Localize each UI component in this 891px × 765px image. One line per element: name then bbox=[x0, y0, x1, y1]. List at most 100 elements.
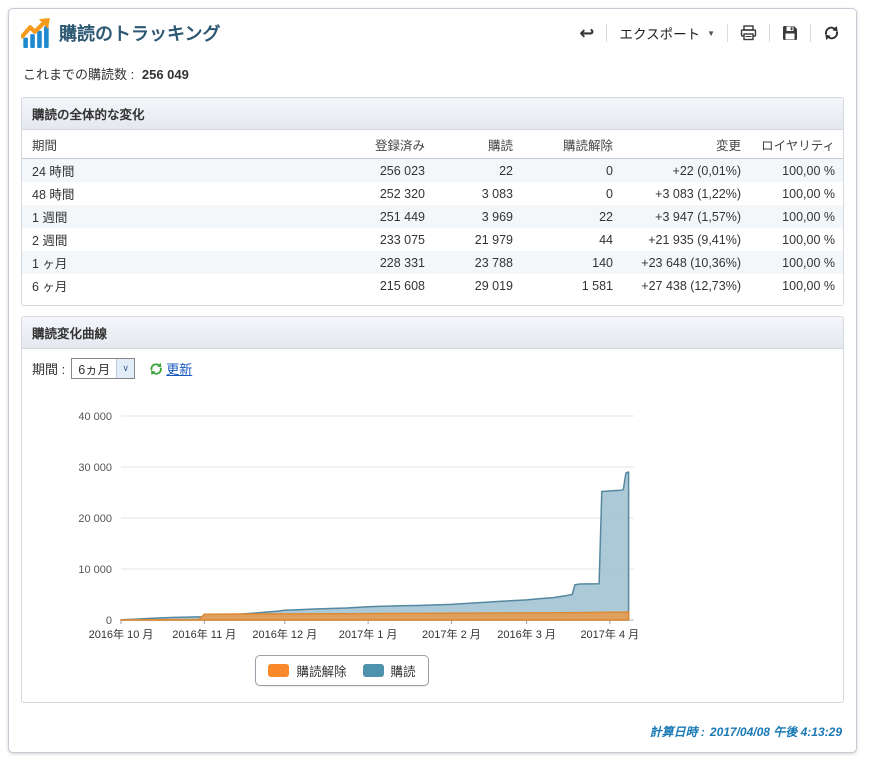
back-arrow-icon: ↩ bbox=[579, 23, 595, 43]
cell-subscribed: 29 019 bbox=[474, 278, 513, 293]
cell-unsubscribed: 140 bbox=[592, 255, 613, 270]
period-select[interactable]: 6ヵ月 ∨ bbox=[71, 358, 136, 379]
cell-subscribed: 22 bbox=[499, 163, 513, 178]
refresh-icon bbox=[824, 26, 839, 40]
cell-loyalty: 100,00 % bbox=[782, 186, 835, 201]
export-label: エクスポート bbox=[619, 27, 701, 42]
cell-period: 24 時間 bbox=[32, 165, 75, 179]
cell-unsubscribed: 0 bbox=[606, 186, 613, 201]
cell-loyalty: 100,00 % bbox=[782, 255, 835, 270]
back-button[interactable]: ↩ bbox=[575, 23, 598, 43]
cell-registered: 233 075 bbox=[379, 232, 425, 247]
cell-unsubscribed: 1 581 bbox=[581, 278, 613, 293]
table-row: 1 ヶ月 228 331 23 788 140 +23 648 (10,36%) 100,… bbox=[22, 251, 843, 274]
col-subscribed: 購読 bbox=[433, 130, 521, 159]
timestamp-label: 計算日時 : bbox=[649, 725, 705, 739]
col-unsubscribed: 購読解除 bbox=[521, 130, 621, 159]
col-period: 期間 bbox=[22, 130, 318, 159]
legend-swatch-icon bbox=[362, 664, 384, 677]
legend-label: 購読 bbox=[390, 665, 416, 679]
cell-subscribed: 21 979 bbox=[474, 232, 513, 247]
svg-text:2017年 4 月: 2017年 4 月 bbox=[580, 627, 639, 641]
cell-period: 6 ヶ月 bbox=[32, 280, 68, 294]
cell-change: +22 (0,01%) bbox=[672, 163, 741, 178]
save-button[interactable] bbox=[778, 23, 802, 43]
period-label: 期間 : bbox=[32, 362, 66, 377]
svg-text:2016年 3 月: 2016年 3 月 bbox=[497, 627, 556, 641]
subscription-tracking-card: 購読のトラッキング ↩ エクスポート ▼ これまでの購読数: 256 049 … bbox=[8, 8, 857, 753]
overview-panel-title: 購読の全体的な変化 bbox=[22, 98, 843, 130]
chart-legend-row: 購読解除 購読 bbox=[22, 655, 662, 686]
chart-legend: 購読解除 購読 bbox=[255, 655, 429, 686]
toolbar-divider bbox=[810, 24, 811, 42]
cell-period: 48 時間 bbox=[32, 188, 75, 202]
summary-label: これまでの購読数 : bbox=[23, 67, 135, 82]
timestamp-value: 2017/04/08 午後 4:13:29 bbox=[709, 725, 842, 739]
table-row: 48 時間 252 320 3 083 0 +3 083 (1,22%) 100,00 % bbox=[22, 182, 843, 205]
toolbar-divider bbox=[606, 24, 608, 42]
chart-growth-icon bbox=[21, 18, 50, 48]
legend-label: 購読解除 bbox=[296, 665, 347, 679]
floppy-disk-icon bbox=[783, 26, 797, 40]
overview-panel: 購読の全体的な変化 期間 登録済み 購読 購読解除 変更 ロイヤリティ 24 時… bbox=[21, 97, 844, 306]
chevron-down-icon: ▼ bbox=[707, 28, 715, 38]
cell-loyalty: 100,00 % bbox=[782, 278, 835, 293]
select-chevron-icon: ∨ bbox=[116, 359, 135, 378]
col-loyalty: ロイヤリティ bbox=[749, 130, 843, 159]
cell-unsubscribed: 0 bbox=[606, 163, 613, 178]
curve-panel-title: 購読変化曲線 bbox=[22, 317, 843, 349]
table-row: 6 ヶ月 215 608 29 019 1 581 +27 438 (12,73%) 10… bbox=[22, 274, 843, 297]
svg-text:2016年 10 月: 2016年 10 月 bbox=[89, 627, 154, 641]
cell-subscribed: 23 788 bbox=[474, 255, 513, 270]
period-select-value: 6ヵ月 bbox=[78, 363, 111, 377]
cell-change: +21 935 (9,41%) bbox=[648, 232, 741, 247]
cell-registered: 251 449 bbox=[379, 209, 425, 224]
table-row: 2 週間 233 075 21 979 44 +21 935 (9,41%) 100,00… bbox=[22, 228, 843, 251]
svg-text:20 000: 20 000 bbox=[78, 513, 112, 525]
toolbar-divider bbox=[727, 24, 728, 42]
update-link[interactable]: 更新 bbox=[149, 359, 192, 378]
cell-subscribed: 3 083 bbox=[481, 186, 513, 201]
total-subscriptions-summary: これまでの購読数 : 256 049 bbox=[9, 54, 856, 87]
cell-subscribed: 3 969 bbox=[481, 209, 513, 224]
legend-item: 購読解除 bbox=[268, 661, 347, 680]
col-registered: 登録済み bbox=[318, 130, 433, 159]
svg-text:2016年 11 月: 2016年 11 月 bbox=[172, 627, 236, 641]
cell-period: 1 週間 bbox=[32, 211, 68, 225]
refresh-button[interactable] bbox=[819, 23, 844, 43]
overview-table-body: 24 時間 256 023 22 0 +22 (0,01%) 100,00 % 48 時間 2… bbox=[22, 158, 843, 298]
overview-table: 期間 登録済み 購読 購読解除 変更 ロイヤリティ 24 時間 256 023 22… bbox=[22, 130, 843, 297]
printer-icon bbox=[740, 25, 757, 41]
cell-period: 1 ヶ月 bbox=[32, 257, 68, 271]
cell-change: +23 648 (10,36%) bbox=[641, 255, 741, 270]
svg-text:40 000: 40 000 bbox=[78, 411, 112, 423]
svg-text:10 000: 10 000 bbox=[78, 564, 112, 576]
cell-registered: 256 023 bbox=[379, 163, 425, 178]
toolbar-divider bbox=[769, 24, 770, 42]
cell-change: +3 947 (1,57%) bbox=[655, 209, 741, 224]
table-header-row: 期間 登録済み 購読 購読解除 変更 ロイヤリティ bbox=[22, 130, 843, 159]
subscription-chart-svg: 0 10 000 20 000 30 000 40 000 2016年 10 月 2016年… bbox=[78, 411, 639, 641]
update-link-label: 更新 bbox=[166, 362, 193, 377]
table-row: 1 週間 251 449 3 969 22 +3 947 (1,57%) 100,00 % bbox=[22, 205, 843, 228]
svg-text:30 000: 30 000 bbox=[78, 462, 112, 474]
cell-loyalty: 100,00 % bbox=[782, 209, 835, 224]
cell-loyalty: 100,00 % bbox=[782, 163, 835, 178]
cell-registered: 215 608 bbox=[379, 278, 425, 293]
curve-panel: 購読変化曲線 期間 : 6ヵ月 ∨ 更新 0 10 000 20 000 30 000… bbox=[21, 316, 844, 703]
print-button[interactable] bbox=[736, 23, 761, 43]
cell-unsubscribed: 22 bbox=[599, 209, 613, 224]
cell-change: +27 438 (12,73%) bbox=[641, 278, 741, 293]
cell-change: +3 083 (1,22%) bbox=[655, 186, 741, 201]
cell-loyalty: 100,00 % bbox=[782, 232, 835, 247]
export-button[interactable]: エクスポート ▼ bbox=[615, 21, 719, 45]
col-change: 変更 bbox=[621, 130, 749, 159]
calculation-timestamp: 計算日時 : 2017/04/08 午後 4:13:29 bbox=[9, 713, 856, 752]
legend-item: 購読 bbox=[362, 661, 416, 680]
cell-registered: 228 331 bbox=[379, 255, 425, 270]
svg-text:2017年 1 月: 2017年 1 月 bbox=[339, 627, 398, 641]
app-header: 購読のトラッキング ↩ エクスポート ▼ bbox=[9, 9, 856, 54]
green-refresh-icon bbox=[150, 362, 163, 375]
svg-text:2017年 2 月: 2017年 2 月 bbox=[422, 627, 481, 641]
chart-controls: 期間 : 6ヵ月 ∨ 更新 bbox=[22, 349, 843, 388]
